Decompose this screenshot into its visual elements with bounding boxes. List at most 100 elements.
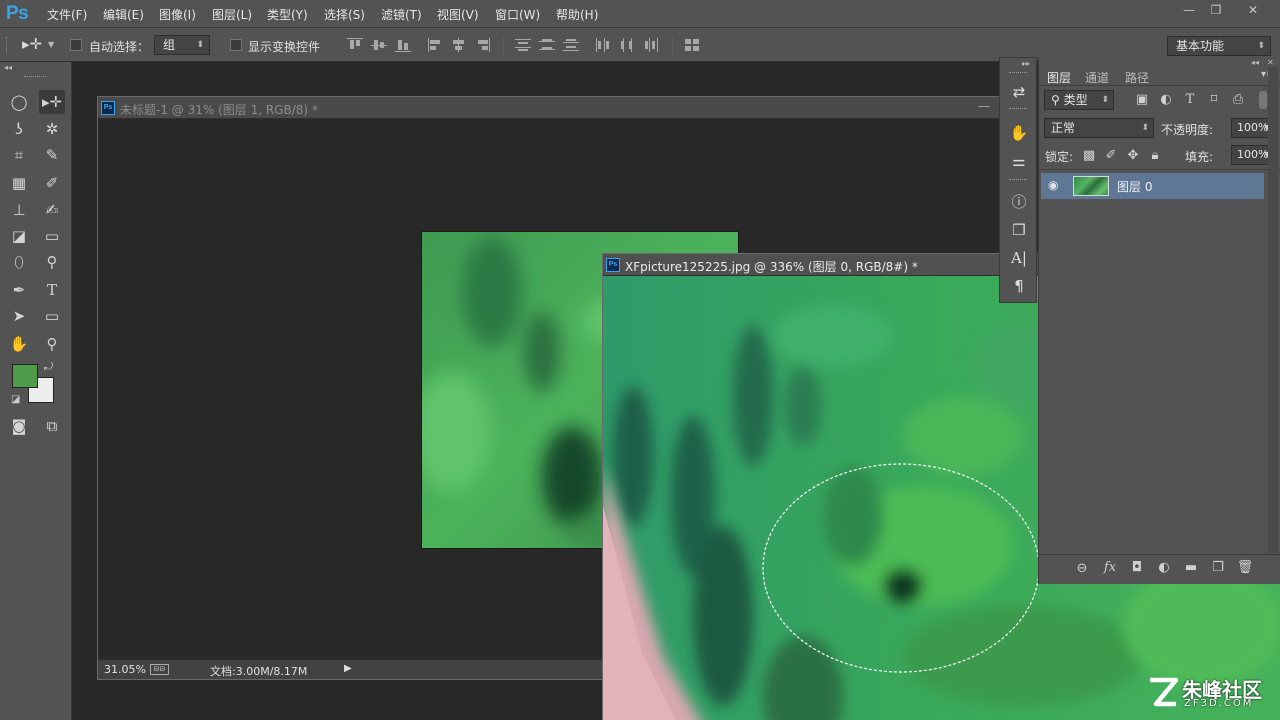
pen-tool-icon[interactable]: ✒ [6,278,32,302]
filter-shape-icon[interactable]: ⌑ [1205,92,1223,108]
lasso-tool-icon[interactable]: ʖ [6,117,32,141]
filter-pixel-icon[interactable]: ▣ [1133,92,1151,108]
dodge-tool-icon[interactable]: ⚲ [39,250,65,274]
show-transform-checkbox[interactable] [230,39,242,51]
align-horizontal-center-icon[interactable] [451,38,467,52]
spot-healing-tool-icon[interactable]: ▦ [6,171,32,195]
menu-view[interactable]: 视图(V) [437,6,479,23]
align-vertical-center-icon[interactable] [371,38,387,52]
restore-icon[interactable]: ❐ [1203,2,1229,18]
options-grip[interactable] [6,37,9,53]
filter-adjustment-icon[interactable]: ◐ [1157,92,1175,108]
swap-colors-icon[interactable]: ⤾ [44,360,53,374]
collapse-panel-icon[interactable]: ◂◂ [4,63,12,72]
new-group-icon[interactable]: ▬ [1182,560,1200,576]
lock-transparent-pixels-icon[interactable]: ▩ [1080,148,1098,164]
menu-help[interactable]: 帮助(H) [556,6,598,23]
history-brush-tool-icon[interactable]: ✍ [39,198,65,222]
foreground-color-swatch[interactable] [12,364,38,388]
history-panel-icon[interactable]: ⇄ [1006,80,1032,104]
new-adjustment-layer-icon[interactable]: ◐ [1155,560,1173,576]
blur-tool-icon[interactable]: ⬯ [6,250,32,274]
panel-grip[interactable] [24,76,46,79]
distribute-left-icon[interactable] [595,38,611,52]
layer-filter-dropdown[interactable]: ⚲ 类型 ⬍ [1044,90,1114,110]
align-left-icon[interactable] [427,38,443,52]
path-selection-tool-icon[interactable]: ➤ [6,304,32,328]
filter-toggle[interactable] [1259,91,1267,109]
new-layer-icon[interactable]: ❐ [1209,560,1227,576]
zoom-tool-icon[interactable]: ⚲ [39,332,65,356]
chevron-down-icon[interactable]: ▼ [48,40,54,49]
rectangle-tool-icon[interactable]: ▭ [39,304,65,328]
lock-all-icon[interactable]: 🔒︎ [1146,148,1164,164]
workspace-switcher[interactable]: 基本功能 ⬍ [1167,36,1271,56]
dock-grip[interactable] [1009,72,1027,73]
character-panel-icon[interactable]: A| [1006,246,1032,270]
filter-type-icon[interactable]: T [1181,92,1199,108]
blend-mode-dropdown[interactable]: 正常 ⬍ [1044,118,1154,138]
move-tool-icon[interactable]: ▸✛ [39,90,65,114]
type-tool-icon[interactable]: T [39,278,65,302]
status-menu-arrow-icon[interactable]: ▶ [344,663,352,674]
menu-edit[interactable]: 编辑(E) [103,6,144,23]
layer-name[interactable]: 图层 0 [1117,178,1152,195]
menu-type[interactable]: 类型(Y) [267,6,308,23]
layer-row[interactable]: ◉ 图层 0 [1041,173,1264,199]
move-tool-preset-icon[interactable]: ▸✛ [22,35,42,53]
menu-select[interactable]: 选择(S) [324,6,365,23]
tab-channels[interactable]: 通道 [1085,69,1109,86]
close-icon[interactable]: ✕ [1240,2,1266,18]
menu-window[interactable]: 窗口(W) [495,6,540,23]
lock-image-pixels-icon[interactable]: ✐ [1102,148,1120,164]
add-mask-icon[interactable]: ◘ [1128,560,1146,576]
dock-grip[interactable] [1009,108,1027,109]
dock-grip[interactable] [1009,179,1027,180]
link-layers-icon[interactable]: ⊖ [1073,561,1091,577]
magic-wand-tool-icon[interactable]: ✲ [39,117,65,141]
auto-select-checkbox[interactable] [70,39,82,51]
3d-icon[interactable]: ❒ [1006,218,1032,242]
align-top-icon[interactable] [347,38,363,52]
eye-visibility-icon[interactable]: ◉ [1048,178,1058,192]
menu-filter[interactable]: 滤镜(T) [381,6,422,23]
info-icon[interactable]: ⓘ [1006,190,1032,214]
align-right-icon[interactable] [475,38,491,52]
distribute-vertical-center-icon[interactable] [539,38,555,52]
distribute-bottom-icon[interactable] [563,38,579,52]
eyedropper-tool-icon[interactable]: ✎ [39,143,65,167]
document-title-bar[interactable]: Ps 未标题-1 @ 31% (图层 1, RGB/8) * — [98,97,1001,119]
tab-layers[interactable]: 图层 [1047,69,1071,86]
minimize-icon[interactable]: — [978,99,990,113]
delete-layer-icon[interactable]: 🗑︎ [1236,560,1254,576]
expand-panels-icon[interactable]: ▸▸ [1022,59,1030,68]
tool-presets-icon[interactable]: ⚌ [1006,149,1032,173]
distribute-right-icon[interactable] [643,38,659,52]
default-colors-icon[interactable]: ◪ [11,394,20,405]
elliptical-marquee-tool-icon[interactable]: ◯ [6,90,32,114]
paragraph-panel-icon[interactable]: ¶ [1006,274,1032,298]
auto-select-dropdown[interactable]: 组 ⬍ [154,35,210,55]
gradient-tool-icon[interactable]: ▭ [39,224,65,248]
menu-image[interactable]: 图像(I) [159,6,196,23]
minimize-icon[interactable]: — [1176,2,1202,18]
close-panel-icon[interactable]: ✕ [1267,58,1274,67]
distribute-top-icon[interactable] [515,38,531,52]
eraser-tool-icon[interactable]: ◪ [6,224,32,248]
tab-paths[interactable]: 路径 [1125,69,1149,86]
brush-presets-icon[interactable]: ✋ [1006,121,1032,145]
crop-tool-icon[interactable]: ⌗ [6,143,32,167]
fx-icon[interactable]: fx [1101,560,1119,576]
menu-file[interactable]: 文件(F) [47,6,87,23]
panel-scrollbar[interactable] [1268,67,1278,553]
lock-position-icon[interactable]: ✥ [1124,148,1142,164]
screen-mode-icon[interactable]: ⧉ [39,414,65,438]
collapse-panel-icon[interactable]: ◂◂ [1251,58,1259,67]
align-bottom-icon[interactable] [395,38,411,52]
brush-tool-icon[interactable]: ✐ [39,171,65,195]
hand-tool-icon[interactable]: ✋ [6,332,32,356]
auto-align-layers-icon[interactable] [684,38,700,52]
clone-stamp-tool-icon[interactable]: ⊥ [6,198,32,222]
share-icon[interactable]: ⊟⊟ [150,664,169,675]
menu-layer[interactable]: 图层(L) [212,6,252,23]
